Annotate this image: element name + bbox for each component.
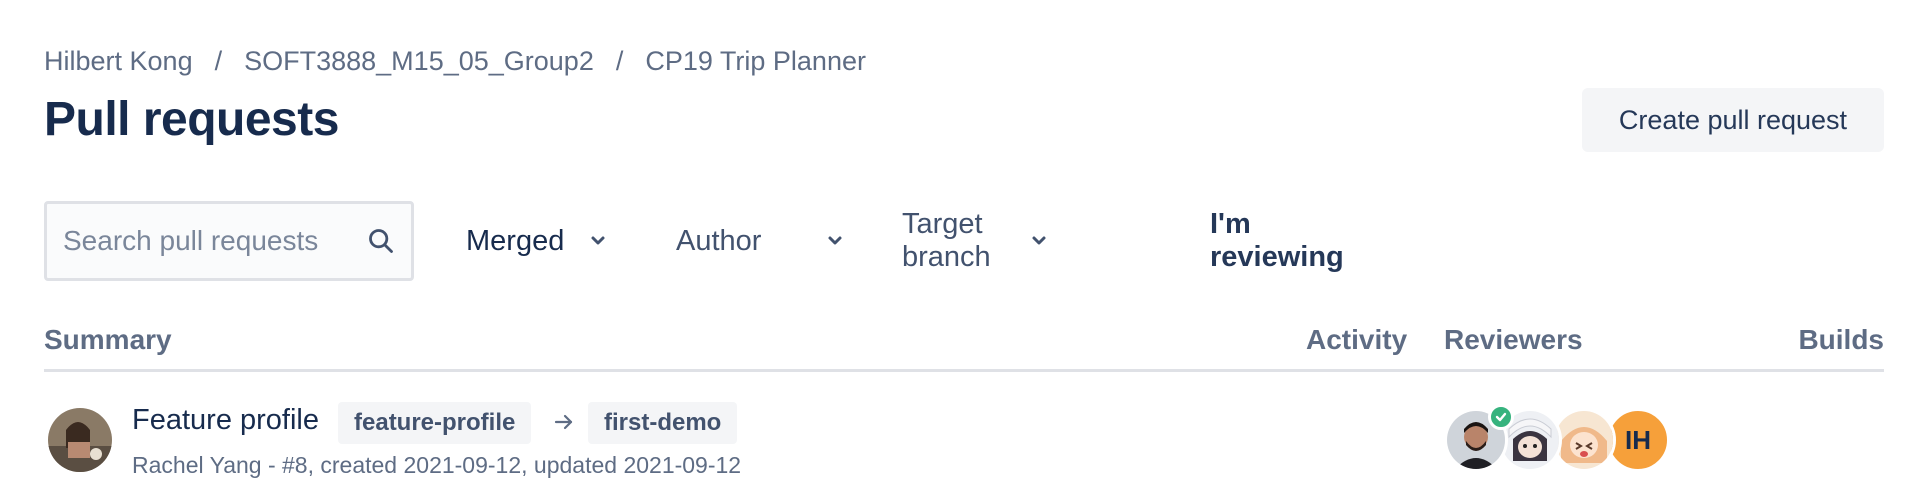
pr-title[interactable]: Feature profile <box>132 404 319 437</box>
breadcrumb-repository[interactable]: CP19 Trip Planner <box>645 46 866 77</box>
pr-meta: Rachel Yang - #8, created 2021-09-12, up… <box>132 452 742 478</box>
state-filter-dropdown[interactable]: Merged <box>466 201 608 281</box>
search-box[interactable] <box>44 201 414 281</box>
target-branch-filter-label: Target branch <box>902 208 991 273</box>
author-avatar[interactable] <box>48 408 112 472</box>
arrow-right-icon <box>552 410 576 434</box>
check-icon <box>1488 404 1514 430</box>
reviewers-group: IH <box>1444 404 1704 472</box>
breadcrumb-separator: / <box>615 46 624 76</box>
search-input[interactable] <box>63 225 367 257</box>
create-pull-request-button[interactable]: Create pull request <box>1582 88 1884 152</box>
chevron-down-icon <box>588 231 608 251</box>
author-filter-dropdown[interactable]: Author <box>676 201 845 281</box>
table-header: Summary Activity Reviewers Builds <box>44 320 1884 372</box>
filter-bar: Merged Author Target branch I'm reviewin… <box>44 201 1344 281</box>
chevron-down-icon <box>825 231 845 251</box>
target-branch-filter-dropdown[interactable]: Target branch <box>902 201 1049 281</box>
column-summary: Summary <box>44 324 172 355</box>
breadcrumb: Hilbert Kong / SOFT3888_M15_05_Group2 / … <box>44 46 866 77</box>
source-branch-lozenge: feature-profile <box>338 402 532 444</box>
column-activity: Activity <box>1306 324 1408 355</box>
search-icon[interactable] <box>367 227 395 255</box>
im-reviewing-toggle[interactable]: I'm reviewing <box>1210 201 1344 281</box>
column-reviewers: Reviewers <box>1444 324 1583 355</box>
target-branch-lozenge: first-demo <box>588 402 738 444</box>
page-title: Pull requests <box>44 93 339 146</box>
breadcrumb-separator: / <box>214 46 223 76</box>
author-filter-label: Author <box>676 224 762 257</box>
breadcrumb-project[interactable]: SOFT3888_M15_05_Group2 <box>244 46 594 77</box>
table-row[interactable]: Feature profile feature-profile first-de… <box>44 374 1884 502</box>
breadcrumb-owner[interactable]: Hilbert Kong <box>44 46 193 77</box>
state-filter-label: Merged <box>466 224 565 257</box>
chevron-down-icon <box>1029 231 1049 251</box>
column-builds: Builds <box>1798 324 1884 355</box>
